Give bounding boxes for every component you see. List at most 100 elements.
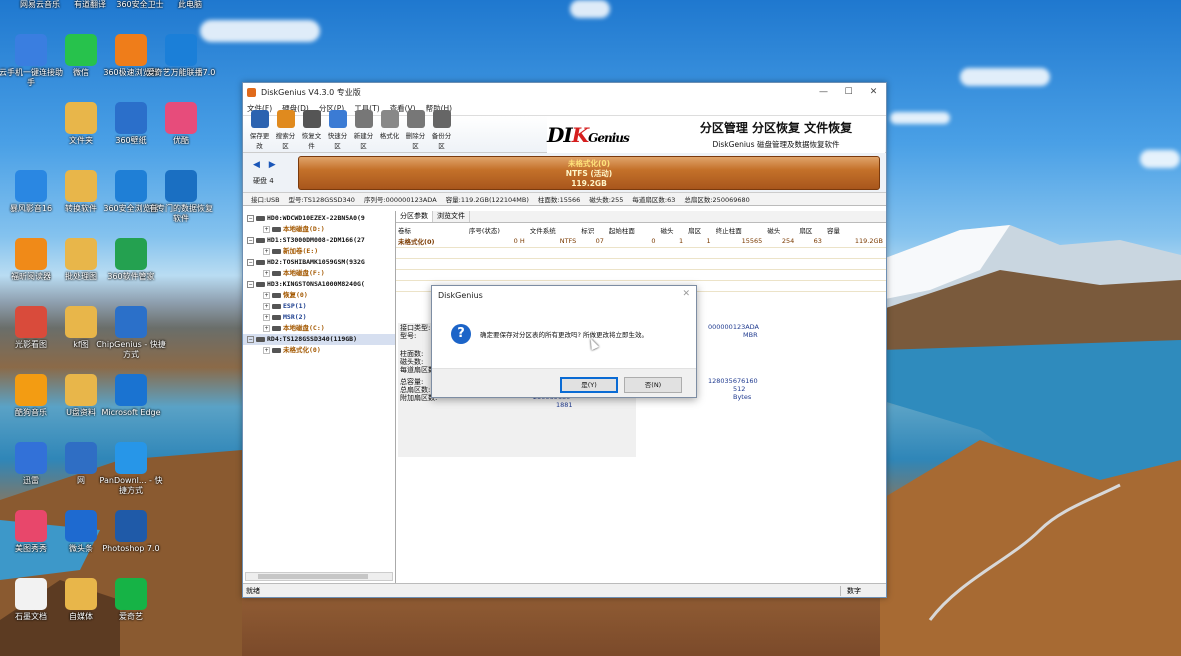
tree-partition-node[interactable]: + 恢复(0) bbox=[243, 290, 395, 301]
new-partition-icon bbox=[354, 110, 373, 128]
detail-value: 128035676160 bbox=[708, 377, 758, 385]
brand-slogan: 分区管理 分区恢复 文件恢复 bbox=[699, 121, 853, 135]
toolbar-button-1[interactable]: 保存更改 bbox=[247, 110, 272, 152]
browser360-icon bbox=[115, 34, 147, 66]
desktop-icon[interactable]: 有专门的数据恢复软件 bbox=[146, 170, 216, 224]
toolbar-label: 备份分区 bbox=[431, 132, 452, 150]
tree-partition-node[interactable]: + 未格式化(0) bbox=[243, 345, 395, 356]
toolbar-button-8[interactable]: 备份分区 bbox=[429, 110, 454, 152]
tree-disk-node[interactable]: − HD3:KINGSTONSA1000M8240G( bbox=[243, 279, 395, 290]
expand-toggle-icon[interactable]: + bbox=[263, 302, 270, 310]
column-header[interactable]: 容量 bbox=[825, 223, 886, 236]
column-header[interactable]: 磁头 bbox=[765, 223, 797, 236]
expand-toggle-icon[interactable]: − bbox=[247, 236, 254, 244]
chipgenius-icon bbox=[115, 306, 147, 338]
detail-value: 1881 bbox=[556, 401, 573, 409]
toolbar-button-2[interactable]: 搜索分区 bbox=[273, 110, 298, 152]
detail-value: 000000123ADA bbox=[708, 323, 760, 331]
expand-toggle-icon[interactable]: + bbox=[263, 313, 270, 321]
column-header[interactable]: 标识 bbox=[579, 223, 607, 236]
search-icon bbox=[276, 110, 295, 128]
desktop-icon[interactable]: 优酷 bbox=[146, 102, 216, 146]
tree-node-label: 本地磁盘(C:) bbox=[283, 324, 325, 332]
toolbar-button-6[interactable]: 格式化 bbox=[377, 110, 402, 152]
tree-partition-node[interactable]: + 新加卷(E:) bbox=[243, 246, 395, 257]
tab-browse-files[interactable]: 浏览文件 bbox=[433, 211, 470, 222]
desktop-icon[interactable]: Microsoft Edge bbox=[96, 374, 166, 418]
tree-disk-node[interactable]: − HD2:TOSHIBAMK1059GSM(932G bbox=[243, 257, 395, 268]
expand-toggle-icon[interactable]: + bbox=[263, 346, 270, 354]
partition-bar[interactable]: 未格式化(0) NTFS (活动) 119.2GB bbox=[298, 155, 880, 190]
minimize-button[interactable]: — bbox=[811, 87, 836, 97]
yes-button[interactable]: 是(Y) bbox=[560, 377, 618, 393]
toolbar-button-4[interactable]: 快速分区 bbox=[325, 110, 350, 152]
table-row[interactable]: 未格式化(0) 0 H NTFS 07 0 1 1 15565 254 63 119.2GB bbox=[396, 236, 886, 247]
cloud-icon bbox=[65, 510, 97, 542]
expand-toggle-icon[interactable]: + bbox=[263, 247, 270, 255]
tree-node-label: RD4:TS128GSSD340(119GB) bbox=[267, 335, 358, 343]
tree-partition-node[interactable]: + 本地磁盘(C:) bbox=[243, 323, 395, 334]
toolbar-label: 快速分区 bbox=[327, 132, 348, 150]
tree-partition-node[interactable]: + ESP(1) bbox=[243, 301, 395, 312]
tree-node-label: 未格式化(0) bbox=[283, 346, 321, 354]
column-header[interactable]: 序号(状态) bbox=[467, 223, 528, 236]
shitou-icon bbox=[15, 578, 47, 610]
partition-icon bbox=[272, 226, 281, 232]
numlock-indicator: 数字 bbox=[840, 585, 886, 596]
expand-toggle-icon[interactable]: + bbox=[263, 269, 270, 277]
desktop-icon[interactable]: Photoshop 7.0 bbox=[96, 510, 166, 554]
expand-toggle-icon[interactable]: − bbox=[247, 335, 254, 343]
tree-partition-node[interactable]: + 本地磁盘(F:) bbox=[243, 268, 395, 279]
tree-disk-node[interactable]: − HD0:WDCWD10EZEX-22BN5A0(9 bbox=[243, 213, 395, 224]
folder-icon bbox=[115, 102, 147, 134]
expand-toggle-icon[interactable]: − bbox=[247, 258, 254, 266]
disk-info-item: 容量:119.2GB(122104MB) bbox=[445, 196, 529, 204]
expand-toggle-icon[interactable]: − bbox=[247, 214, 254, 222]
dialog-title: DiskGenius bbox=[438, 291, 483, 300]
toolbar-button-3[interactable]: 恢复文件 bbox=[299, 110, 324, 152]
column-header[interactable]: 卷标 bbox=[396, 223, 467, 236]
close-button[interactable]: ✕ bbox=[861, 87, 886, 97]
column-header[interactable]: 扇区 bbox=[797, 223, 825, 236]
tab-partition-params[interactable]: 分区参数 bbox=[396, 211, 433, 222]
desktop-icon-label: ChipGenius - 快捷方式 bbox=[96, 340, 166, 359]
expand-toggle-icon[interactable]: + bbox=[263, 225, 270, 233]
folder-icon bbox=[65, 170, 97, 202]
no-button[interactable]: 否(N) bbox=[624, 377, 682, 393]
tree-disk-node[interactable]: − HD1:ST3000DM008-2DM166(27 bbox=[243, 235, 395, 246]
title-bar[interactable]: DiskGenius V4.3.0 专业版 — ☐ ✕ bbox=[243, 83, 886, 101]
toolbar-label: 保存更改 bbox=[249, 132, 270, 150]
tree-scrollbar[interactable] bbox=[245, 572, 393, 581]
app-logo-icon bbox=[247, 87, 256, 97]
toolbar-button-7[interactable]: 删除分区 bbox=[403, 110, 428, 152]
expand-toggle-icon[interactable]: + bbox=[263, 324, 270, 332]
tree-partition-node[interactable]: + MSR(2) bbox=[243, 312, 395, 323]
tree-node-label: HD0:WDCWD10EZEX-22BN5A0(9 bbox=[267, 214, 365, 222]
maximize-button[interactable]: ☐ bbox=[836, 87, 861, 97]
expand-toggle-icon[interactable]: + bbox=[263, 291, 270, 299]
disk-nav-arrows[interactable]: ◀ ▶ bbox=[253, 160, 298, 170]
scroll-thumb[interactable] bbox=[258, 574, 368, 579]
dialog-close-button[interactable]: ✕ bbox=[682, 289, 690, 299]
column-header[interactable]: 扇区 bbox=[686, 223, 714, 236]
window-title: DiskGenius V4.3.0 专业版 bbox=[261, 87, 361, 97]
wechat-icon bbox=[65, 34, 97, 66]
desktop-icon-label: PanDownl... - 快捷方式 bbox=[99, 476, 163, 495]
desktop-icon[interactable]: PanDownl... - 快捷方式 bbox=[96, 442, 166, 496]
table-cell: 未格式化(0) bbox=[398, 238, 435, 247]
tree-disk-node[interactable]: − RD4:TS128GSSD340(119GB) bbox=[243, 334, 395, 345]
column-header[interactable]: 文件系统 bbox=[528, 223, 580, 236]
confirm-dialog[interactable]: DiskGenius ✕ ? 确定要保存对分区表的所有更改吗? 所做更改将立即生… bbox=[431, 285, 697, 398]
tree-partition-node[interactable]: + 本地磁盘(D:) bbox=[243, 224, 395, 235]
desktop-icon[interactable]: ChipGenius - 快捷方式 bbox=[96, 306, 166, 360]
column-header[interactable]: 终止柱面 bbox=[714, 223, 766, 236]
column-header[interactable]: 起始柱面 bbox=[607, 223, 659, 236]
tree-node-label: 本地磁盘(D:) bbox=[283, 225, 325, 233]
partition-icon bbox=[272, 303, 281, 309]
desktop-icon[interactable]: 爱奇艺 bbox=[96, 578, 166, 622]
desktop-icon[interactable]: 爱奇艺万能联播7.0 bbox=[146, 34, 216, 78]
expand-toggle-icon[interactable]: − bbox=[247, 280, 254, 288]
toolbar-button-5[interactable]: 新建分区 bbox=[351, 110, 376, 152]
column-header[interactable]: 磁头 bbox=[658, 223, 686, 236]
desktop-icon[interactable]: 360软件管家 bbox=[96, 238, 166, 282]
